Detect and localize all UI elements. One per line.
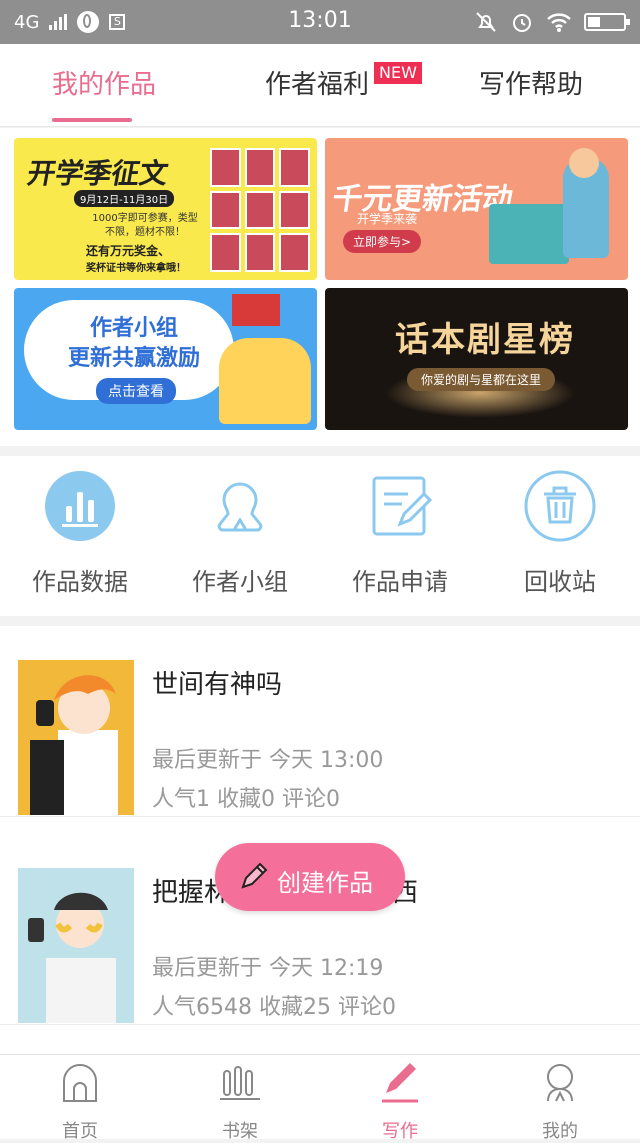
work-item[interactable]: 世间有神吗 最后更新于 今天 13:00 人气1 收藏0 评论0	[0, 626, 640, 817]
books-illustration	[489, 204, 569, 264]
banner-gift-line1: 还有万元奖金、	[86, 244, 171, 258]
banner-update-event[interactable]: 千元更新活动 开学季来袭 立即参与>	[325, 138, 628, 280]
group-illustration	[219, 338, 311, 424]
pencil-icon	[241, 862, 268, 889]
tab-author-benefits[interactable]: 作者福利	[265, 64, 369, 101]
shortcut-label: 作者小组	[192, 568, 288, 596]
wifi-icon	[547, 13, 571, 32]
top-tabs: 我的作品 作者福利 NEW 写作帮助	[0, 44, 640, 127]
nav-label: 首页	[62, 1121, 98, 1142]
shortcut-row: 作品数据 作者小组 作品申请 回收站	[0, 456, 640, 616]
last-updated: 最后更新于 今天 12:19	[152, 956, 384, 981]
work-title: 世间有神吗	[152, 670, 283, 700]
banner-title: 作者小组 更新共赢激励	[68, 316, 201, 371]
banner-date: 9月12日-11月30日	[74, 190, 175, 207]
banner-subtitle: 开学季来袭	[357, 212, 418, 226]
join-now-button[interactable]: 立即参与>	[343, 230, 422, 253]
trash-icon	[524, 470, 596, 542]
banner-title: 话本剧星榜	[395, 320, 575, 360]
work-stats: 人气6548 收藏25 评论0	[152, 995, 396, 1020]
banner-subtitle: 你爱的剧与星都在这里	[407, 368, 556, 391]
edit-doc-icon	[372, 476, 433, 536]
tab-my-works[interactable]: 我的作品	[52, 64, 156, 101]
status-bar: 4G S 13:01	[0, 0, 640, 44]
cover-image	[18, 660, 134, 815]
last-updated: 最后更新于 今天 13:00	[152, 748, 384, 773]
banner-grid: 开学季征文 9月12日-11月30日 1000字即可参赛，类型不限，题材不限！ …	[0, 128, 640, 446]
flag-illustration	[232, 294, 280, 326]
mute-bell-icon	[476, 12, 496, 32]
tab-writing-help[interactable]: 写作帮助	[479, 64, 583, 101]
battery-icon	[584, 13, 630, 31]
banner-title: 开学季征文	[24, 157, 171, 190]
nav-label: 我的	[542, 1121, 578, 1142]
cover-image	[18, 868, 134, 1023]
banner-drama-chart[interactable]: 话本剧星榜 你爱的剧与星都在这里	[325, 288, 628, 430]
shortcut-works-data[interactable]: 作品数据	[0, 470, 160, 597]
banner-gift: 还有万元奖金、 奖杯证书等你来拿哦！	[86, 242, 186, 274]
nav-write[interactable]: 写作	[320, 1061, 480, 1143]
group-icon	[217, 482, 263, 532]
works-list: 世间有神吗 最后更新于 今天 13:00 人气1 收藏0 评论0 把握林西 最后…	[0, 626, 640, 1054]
shortcut-author-group[interactable]: 作者小组	[160, 470, 320, 597]
view-button[interactable]: 点击查看	[96, 378, 176, 404]
photo-collage	[210, 148, 310, 272]
pen-icon	[382, 1063, 418, 1103]
home-icon	[63, 1064, 97, 1102]
shortcut-recycle-bin[interactable]: 回收站	[480, 470, 640, 597]
shortcut-label: 作品数据	[32, 568, 128, 596]
nav-label: 书架	[222, 1121, 258, 1142]
shortcut-label: 回收站	[524, 568, 596, 596]
banner-essay-contest[interactable]: 开学季征文 9月12日-11月30日 1000字即可参赛，类型不限，题材不限！ …	[14, 138, 317, 280]
nav-profile[interactable]: 我的	[480, 1061, 640, 1143]
new-badge: NEW	[374, 62, 422, 84]
create-work-button[interactable]: 创建作品	[215, 843, 405, 911]
banner-gift-line2: 奖杯证书等你来拿哦！	[86, 263, 186, 274]
nav-bookshelf[interactable]: 书架	[160, 1061, 320, 1143]
bar-chart-icon	[45, 471, 115, 541]
banner-text: 1000字即可参赛，类型不限，题材不限！	[92, 213, 198, 238]
nav-label: 写作	[382, 1121, 418, 1142]
shortcut-label: 作品申请	[352, 568, 448, 596]
alarm-icon	[513, 14, 531, 32]
profile-icon	[547, 1064, 573, 1102]
bottom-nav: 首页 书架 写作 我的	[0, 1054, 640, 1142]
shortcut-works-application[interactable]: 作品申请	[320, 470, 480, 597]
work-stats: 人气1 收藏0 评论0	[152, 787, 340, 812]
create-work-label: 创建作品	[277, 869, 373, 897]
banner-author-group[interactable]: 作者小组 更新共赢激励 点击查看	[14, 288, 317, 430]
nav-home[interactable]: 首页	[0, 1061, 160, 1143]
bookshelf-icon	[220, 1066, 260, 1100]
active-tab-indicator	[52, 118, 132, 122]
